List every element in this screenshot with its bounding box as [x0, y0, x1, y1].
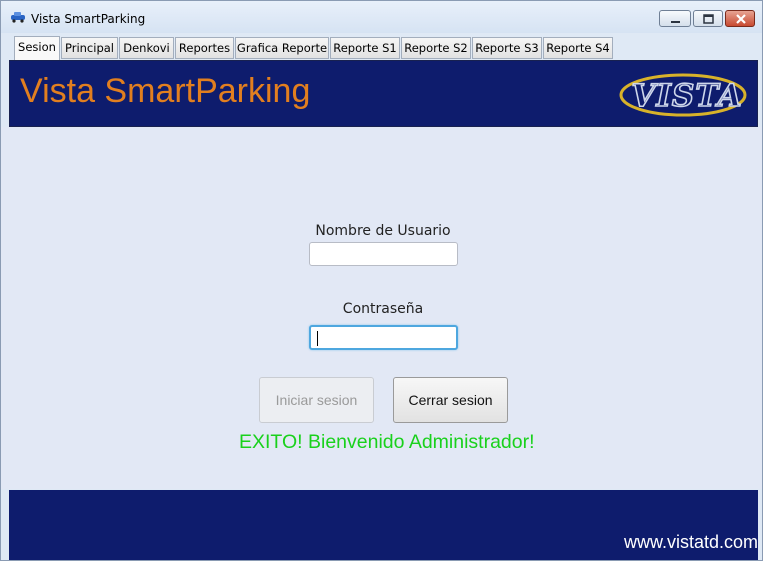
tab-reporte-s3[interactable]: Reporte S3: [472, 37, 542, 59]
logout-button[interactable]: Cerrar sesion: [393, 377, 508, 423]
tab-reporte-s1[interactable]: Reporte S1: [330, 37, 400, 59]
tab-bar: Sesion Principal Denkovi Reportes Grafic…: [1, 33, 762, 60]
svg-text:VISTA: VISTA: [631, 78, 742, 114]
close-icon: [736, 14, 746, 24]
close-button[interactable]: [725, 10, 755, 27]
username-label: Nombre de Usuario: [315, 223, 451, 239]
minimize-icon: [671, 21, 680, 23]
tab-principal[interactable]: Principal: [61, 37, 118, 59]
tab-denkovi[interactable]: Denkovi: [119, 37, 174, 59]
car-app-icon: [11, 12, 25, 23]
status-message: EXITO! Bienvenido Administrador!: [239, 431, 535, 453]
password-label: Contraseña: [342, 301, 424, 317]
tab-sesion[interactable]: Sesion: [14, 36, 60, 60]
tab-reportes[interactable]: Reportes: [175, 37, 234, 59]
header-title: Vista SmartParking: [20, 72, 311, 110]
password-input[interactable]: [309, 325, 458, 350]
footer-url: www.vistatd.com: [623, 532, 758, 552]
footer-banner: www.vistatd.com: [9, 490, 758, 560]
tab-reporte-s2[interactable]: Reporte S2: [401, 37, 471, 59]
login-panel: Nombre de Usuario Contraseña Iniciar ses…: [1, 127, 762, 489]
minimize-button[interactable]: [659, 10, 691, 27]
login-button[interactable]: Iniciar sesion: [259, 377, 374, 423]
title-bar[interactable]: Vista SmartParking: [1, 1, 762, 33]
username-input[interactable]: [309, 242, 458, 266]
window-title: Vista SmartParking: [31, 12, 146, 26]
tab-grafica-reporte[interactable]: Grafica Reporte: [235, 37, 329, 59]
header-banner: Vista SmartParking VISTA: [9, 60, 758, 127]
vista-logo: VISTA: [619, 73, 747, 117]
tab-reporte-s4[interactable]: Reporte S4: [543, 37, 613, 59]
text-caret: [317, 331, 318, 346]
app-window: Vista SmartParking Sesion Principal Denk…: [0, 0, 763, 561]
maximize-icon: [703, 14, 714, 24]
maximize-button[interactable]: [693, 10, 723, 27]
